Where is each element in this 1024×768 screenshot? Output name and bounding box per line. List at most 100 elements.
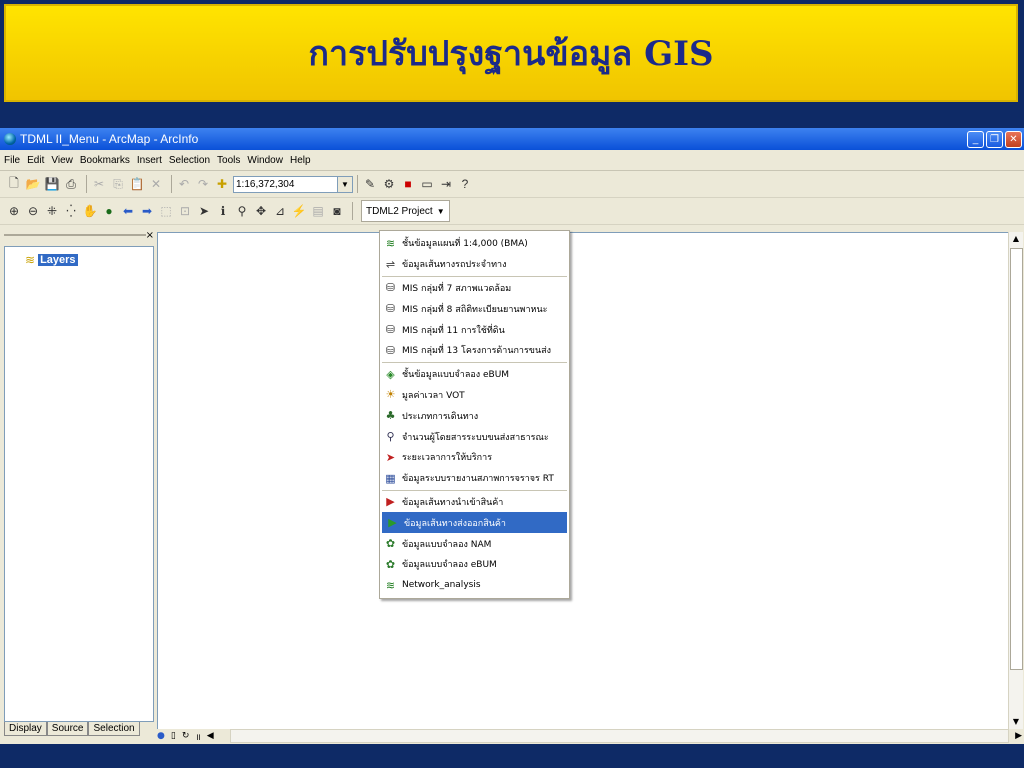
scroll-left-icon[interactable]: ◀: [207, 731, 214, 741]
view-bar: ● ▯ ↻ ॥ ◀ ▶: [157, 729, 1022, 743]
tab-selection[interactable]: Selection: [88, 722, 140, 736]
bus-route-icon: ⇌: [385, 257, 396, 271]
html-popup-icon[interactable]: ▤: [310, 203, 326, 219]
layout-view-icon[interactable]: ▯: [171, 731, 176, 741]
menu-file[interactable]: File: [4, 155, 20, 166]
project-menu-item[interactable]: ✿ ข้อมูลแบบจำลอง NAM: [380, 533, 569, 554]
fixed-zoom-in-icon[interactable]: ⁜: [44, 203, 60, 219]
add-data-icon[interactable]: ✚: [214, 176, 230, 192]
standard-toolbar: 🗋 📂 💾 ⎙ ✂ ⎘ 📋 ✕ ↶ ↷ ✚ 1:16,372,304 ▼ ✎ ⚙…: [0, 171, 1024, 198]
scroll-down-icon[interactable]: ▼: [1009, 715, 1023, 729]
database-icon: ⛁: [385, 302, 396, 316]
select-features-icon[interactable]: ⬚: [158, 203, 174, 219]
service-time-icon: ➤: [385, 450, 396, 464]
map-scale-combobox[interactable]: 1:16,372,304 ▼: [233, 175, 353, 193]
menu-help[interactable]: Help: [290, 155, 311, 166]
project-menu-item-label: มูลค่าเวลา VOT: [402, 390, 465, 401]
menu-separator: [382, 489, 567, 491]
time-slider-icon[interactable]: ◙: [329, 203, 345, 219]
project-menu-item[interactable]: ➤ ระยะเวลาการให้บริการ: [380, 447, 569, 468]
copy-icon[interactable]: ⎘: [110, 176, 126, 192]
project-menu-item-label: ชั้นข้อมูลแบบจำลอง eBUM: [402, 370, 510, 381]
map-vertical-scrollbar[interactable]: ▲ ▼: [1008, 232, 1023, 729]
select-elements-arrow-icon[interactable]: ➤: [196, 203, 212, 219]
scroll-up-icon[interactable]: ▲: [1009, 232, 1023, 246]
project-menu-item-label: MIS กลุ่มที่ 11 การใช้ที่ดิน: [402, 325, 505, 336]
project-menu-item[interactable]: ▶ ข้อมูลเส้นทางส่งออกสินค้า: [382, 512, 567, 534]
cut-icon[interactable]: ✂: [91, 176, 107, 192]
go-to-xy-icon[interactable]: ✥: [253, 203, 269, 219]
redo-icon[interactable]: ↷: [195, 176, 211, 192]
project-menu-item[interactable]: ⛁ MIS กลุ่มที่ 8 สถิติทะเบียนยานพาหนะ: [380, 298, 569, 319]
project-menu-item[interactable]: ☀ มูลค่าเวลา VOT: [380, 385, 569, 406]
toolbar-separator: [171, 175, 172, 193]
restore-button[interactable]: ❐: [986, 130, 1003, 148]
back-arrow-icon[interactable]: ⬅: [120, 203, 136, 219]
pause-drawing-icon[interactable]: ॥: [195, 730, 200, 743]
tdml2-project-menu-button[interactable]: TDML2 Project ▼: [361, 200, 450, 222]
scroll-right-icon[interactable]: ▶: [1015, 731, 1022, 741]
minimize-button[interactable]: _: [967, 130, 984, 148]
tab-display[interactable]: Display: [4, 722, 47, 736]
nam-model-icon: ✿: [385, 537, 396, 551]
project-menu-item[interactable]: ♣ ประเภทการเดินทาง: [380, 405, 569, 426]
tdml2-project-dropdown: ≋ ชั้นข้อมูลแผนที่ 1:4,000 (BMA) ⇌ ข้อมูลเส…: [379, 230, 570, 599]
editor-toolbar-icon[interactable]: ✎: [362, 176, 378, 192]
save-icon[interactable]: 💾: [44, 176, 60, 192]
menu-selection[interactable]: Selection: [169, 155, 210, 166]
zoom-out-icon[interactable]: ⊖: [25, 203, 41, 219]
menu-tools[interactable]: Tools: [217, 155, 240, 166]
project-menu-item[interactable]: ⛁ MIS กลุ่มที่ 7 สภาพแวดล้อม: [380, 278, 569, 299]
command-line-icon[interactable]: ▭: [419, 176, 435, 192]
find-binoculars-icon[interactable]: ⚲: [234, 203, 250, 219]
menu-bookmarks[interactable]: Bookmarks: [80, 155, 130, 166]
project-menu-item[interactable]: ≋ Network_analysis: [380, 575, 569, 596]
scrollbar-thumb[interactable]: [1010, 248, 1023, 670]
menu-window[interactable]: Window: [247, 155, 283, 166]
project-menu-item[interactable]: ⛁ MIS กลุ่มที่ 13 โครงการด้านการขนส่ง: [380, 340, 569, 361]
full-extent-globe-icon[interactable]: ●: [101, 203, 117, 219]
whats-this-help-icon[interactable]: ?: [457, 176, 473, 192]
refresh-icon[interactable]: ↻: [182, 731, 190, 741]
undo-icon[interactable]: ↶: [176, 176, 192, 192]
project-menu-item[interactable]: ▦ ข้อมูลระบบรายงานสภาพการจราจร RT: [380, 468, 569, 489]
identify-icon[interactable]: ℹ: [215, 203, 231, 219]
project-menu-item[interactable]: ≋ ชั้นข้อมูลแผนที่ 1:4,000 (BMA): [380, 233, 569, 254]
close-icon[interactable]: ×: [146, 230, 154, 241]
project-menu-item[interactable]: ⚲ จำนวนผู้โดยสารระบบขนส่งสาธารณะ: [380, 426, 569, 447]
fixed-zoom-out-icon[interactable]: ⁛: [63, 203, 79, 219]
project-menu-item[interactable]: ▶ ข้อมูลเส้นทางนำเข้าสินค้า: [380, 492, 569, 513]
clear-selection-icon[interactable]: ⊡: [177, 203, 193, 219]
open-folder-icon[interactable]: 📂: [25, 176, 41, 192]
pan-hand-icon[interactable]: ✋: [82, 203, 98, 219]
model-builder-icon[interactable]: ⇥: [438, 176, 454, 192]
close-button[interactable]: ✕: [1005, 130, 1022, 148]
zoom-in-icon[interactable]: ⊕: [6, 203, 22, 219]
tab-source[interactable]: Source: [46, 722, 89, 736]
measure-icon[interactable]: ⊿: [272, 203, 288, 219]
print-icon[interactable]: ⎙: [63, 176, 79, 192]
menu-view[interactable]: View: [51, 155, 73, 166]
toc-tab-strip: Display Source Selection: [4, 722, 140, 736]
delete-icon[interactable]: ✕: [148, 176, 164, 192]
project-menu-item[interactable]: ◈ ชั้นข้อมูลแบบจำลอง eBUM: [380, 364, 569, 385]
project-menu-item[interactable]: ⇌ ข้อมูลเส้นทางรถประจำทาง: [380, 254, 569, 275]
map-display[interactable]: [157, 232, 1009, 731]
slide-banner: การปรับปรุงฐานข้อมูล GIS: [4, 4, 1018, 102]
paste-icon[interactable]: 📋: [129, 176, 145, 192]
new-document-icon[interactable]: 🗋: [6, 176, 22, 192]
menu-edit[interactable]: Edit: [27, 155, 44, 166]
menu-insert[interactable]: Insert: [137, 155, 162, 166]
layers-icon: ≋: [385, 236, 396, 250]
arctoolbox-icon[interactable]: ⚙: [381, 176, 397, 192]
project-menu-item[interactable]: ⛁ MIS กลุ่มที่ 11 การใช้ที่ดิน: [380, 319, 569, 340]
hyperlink-icon[interactable]: ⚡: [291, 203, 307, 219]
table-of-contents: × ≋ Layers Display Source Selection: [2, 230, 154, 744]
project-menu-item[interactable]: ✿ ข้อมูลแบบจำลอง eBUM: [380, 554, 569, 575]
data-view-icon[interactable]: ●: [157, 731, 165, 741]
forward-arrow-icon[interactable]: ➡: [139, 203, 155, 219]
layers-node[interactable]: ≋ Layers: [25, 253, 78, 267]
map-horizontal-scrollbar[interactable]: [229, 729, 1010, 743]
toolbox-icon[interactable]: ■: [400, 176, 416, 192]
chevron-down-icon[interactable]: ▼: [337, 176, 352, 192]
